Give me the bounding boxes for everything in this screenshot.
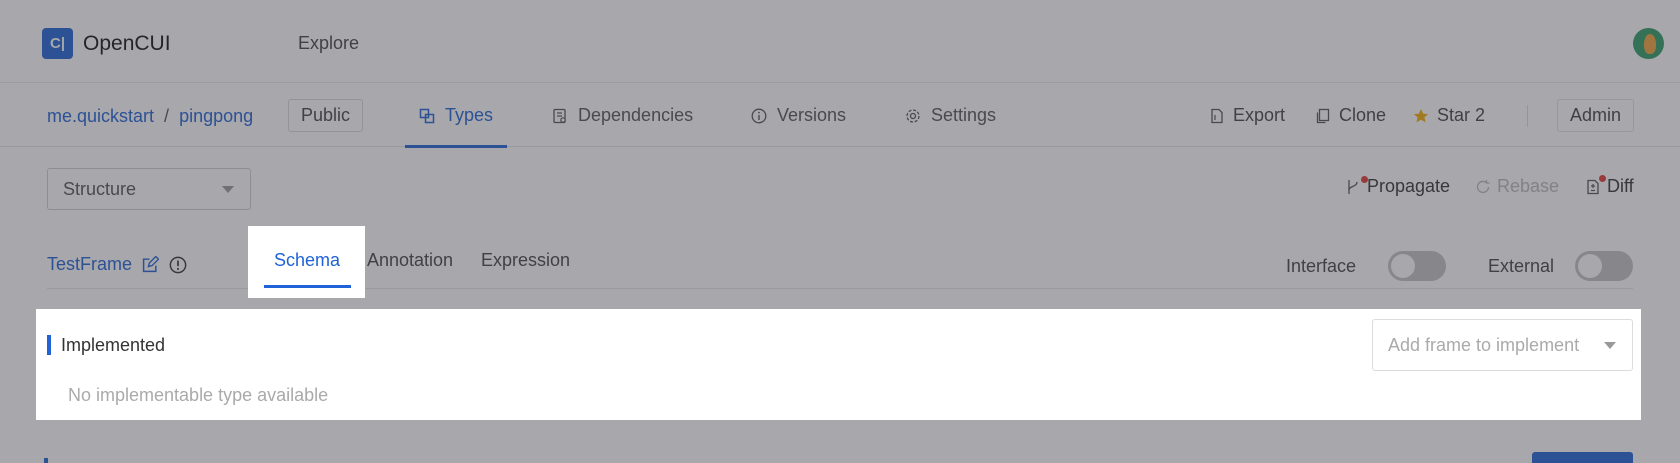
edit-icon[interactable] [142, 256, 160, 273]
tab-schema[interactable]: Schema [274, 250, 340, 271]
tab-versions-label: Versions [777, 105, 847, 125]
tab-types[interactable]: Types [404, 84, 508, 148]
divider [1527, 105, 1528, 127]
app-logo[interactable]: C| OpenCUI [42, 28, 171, 59]
external-toggle[interactable] [1575, 251, 1633, 281]
add-frame-select[interactable]: Add frame to implement [1372, 319, 1633, 371]
tab-dependencies-label: Dependencies [578, 105, 694, 125]
opencui-logo-icon: C| [42, 28, 73, 59]
propagate-label: Propagate [1367, 176, 1451, 196]
star-label: Star 2 [1437, 105, 1486, 125]
implemented-empty-text: No implementable type available [68, 385, 329, 405]
tab-versions[interactable]: Versions [751, 84, 846, 147]
chevron-down-icon [1604, 342, 1616, 349]
rebase-label: Rebase [1497, 176, 1560, 196]
user-avatar[interactable] [1633, 28, 1664, 59]
chevron-down-icon [222, 186, 234, 193]
frame-name[interactable]: TestFrame [47, 254, 132, 275]
tab-annotation[interactable]: Annotation [367, 250, 453, 271]
tab-expression[interactable]: Expression [481, 250, 570, 271]
structure-select[interactable]: Structure [47, 168, 251, 210]
versions-icon [751, 108, 767, 123]
breadcrumb-separator: / [164, 106, 170, 126]
settings-icon [906, 108, 920, 123]
section-marker [47, 335, 51, 355]
diff-icon [1587, 179, 1599, 194]
primary-button[interactable] [1532, 452, 1633, 463]
interface-label: Interface [1286, 256, 1357, 276]
tab-dependencies[interactable]: Dependencies [552, 84, 693, 147]
implemented-title: Implemented [61, 335, 166, 355]
breadcrumb-project-link[interactable]: pingpong [179, 106, 253, 127]
export-button[interactable]: Export [1209, 84, 1285, 147]
export-label: Export [1233, 105, 1286, 125]
project-nav-bar: me.quickstart / pingpong Public Types De… [0, 84, 1680, 148]
top-bar: C| OpenCUI Explore [0, 0, 1680, 83]
app-name: OpenCUI [83, 31, 171, 55]
admin-button[interactable]: Admin [1557, 99, 1635, 132]
add-frame-placeholder: Add frame to implement [1388, 334, 1580, 355]
rebase-button: Rebase [1475, 176, 1559, 197]
notification-dot [1599, 175, 1606, 182]
propagate-button[interactable]: Propagate [1346, 176, 1450, 197]
interface-toggle[interactable] [1388, 251, 1446, 281]
tab-settings[interactable]: Settings [905, 84, 996, 147]
info-icon[interactable] [169, 256, 187, 274]
external-label: External [1488, 256, 1555, 276]
section-marker [44, 458, 48, 463]
types-icon [419, 108, 435, 123]
breadcrumb: me.quickstart / pingpong [47, 106, 253, 127]
clone-button[interactable]: Clone [1315, 84, 1386, 147]
visibility-badge[interactable]: Public [288, 99, 364, 132]
diff-button[interactable]: Diff [1585, 175, 1634, 197]
structure-select-value: Structure [63, 178, 137, 199]
clone-label: Clone [1339, 105, 1387, 125]
clone-icon [1316, 108, 1330, 123]
export-icon [1211, 108, 1223, 123]
tab-schema-underline [264, 285, 351, 288]
dependencies-icon [553, 108, 566, 123]
rebase-icon [1476, 179, 1490, 193]
star-button[interactable]: Star 2 [1413, 84, 1485, 147]
diff-label: Diff [1607, 176, 1634, 196]
tab-settings-label: Settings [931, 105, 997, 125]
explore-link[interactable]: Explore [298, 33, 359, 54]
tab-types-label: Types [445, 105, 494, 125]
frame-title: TestFrame [47, 254, 187, 275]
notification-dot [1361, 176, 1368, 183]
branch-icon [1348, 179, 1358, 194]
star-icon [1413, 108, 1429, 122]
breadcrumb-org-link[interactable]: me.quickstart [47, 106, 154, 127]
